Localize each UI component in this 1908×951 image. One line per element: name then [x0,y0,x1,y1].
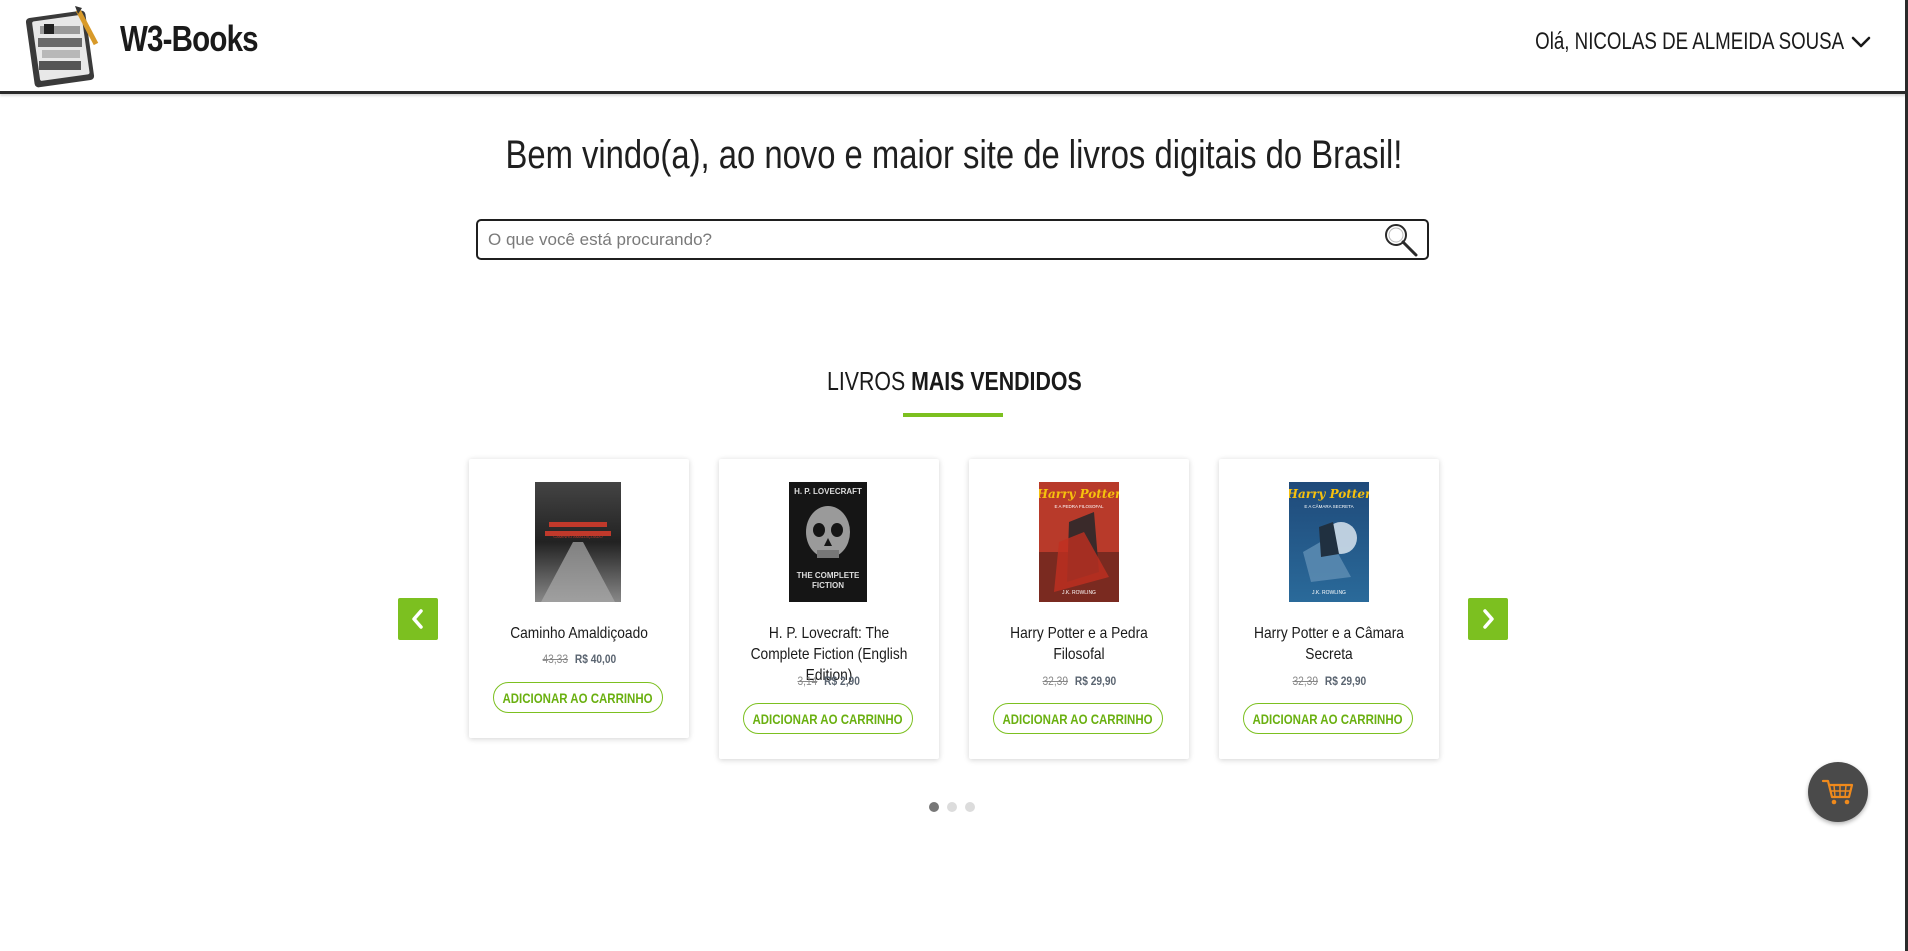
chevron-right-icon [1483,609,1494,629]
chevron-down-icon[interactable] [1850,31,1872,53]
cover-author-text: J.K. ROWLING [1312,590,1346,596]
cover-brand-text: Harry Potter [1039,487,1119,501]
cover-subtitle-line1: THE COMPLETE [797,571,860,580]
current-price: R$ 40,00 [574,652,616,666]
book-cover-image[interactable]: Harry Potter E A PEDRA FILOSOFAL J.K. RO… [1039,482,1119,602]
price-row: 32,39 R$ 29,90 [969,674,1189,688]
book-title: Harry Potter e a Pedra Filosofal [1010,625,1148,663]
cover-subtitle-text: E A PEDRA FILOSOFAL [1054,504,1104,509]
cover-subtitle-line2: FICTION [812,581,844,590]
search-input[interactable] [488,225,1338,255]
book-title: Caminho Amaldiçoado [510,625,648,642]
book-card[interactable]: CAMINHO AMALDIÇOADO Caminho Amaldiçoado … [469,459,689,738]
old-price: 32,39 [1042,674,1068,688]
shopping-cart-icon [1821,779,1854,805]
book-card[interactable]: Harry Potter E A CÂMARA SECRETA J.K. ROW… [1219,459,1439,759]
book-title: Harry Potter e a Câmara Secreta [1254,625,1404,663]
user-menu[interactable]: Olá, NICOLAS DE ALMEIDA SOUSA [1448,28,1872,56]
user-greeting[interactable]: Olá, NICOLAS DE ALMEIDA SOUSA [1535,28,1844,56]
carousel-dot-2[interactable] [947,802,957,812]
price-row: 3,14 R$ 2,90 [719,674,939,688]
old-price: 3,14 [797,674,818,688]
top-header: W3-Books Olá, NICOLAS DE ALMEIDA SOUSA [0,0,1908,94]
brand-name[interactable]: W3-Books [120,18,259,60]
books-pencil-logo-icon[interactable] [26,4,106,88]
book-cover-image[interactable]: CAMINHO AMALDIÇOADO [535,482,621,602]
cart-button[interactable] [1808,762,1868,822]
add-to-cart-button[interactable]: ADICIONAR AO CARRINHO [493,682,663,713]
current-price: R$ 2,90 [824,674,861,688]
old-price: 32,39 [1292,674,1318,688]
chevron-left-icon [412,609,423,629]
search-bar [476,219,1429,260]
section-title-light: LIVROS [826,366,905,396]
book-card[interactable]: Harry Potter E A PEDRA FILOSOFAL J.K. RO… [969,459,1189,759]
add-to-cart-button[interactable]: ADICIONAR AO CARRINHO [743,703,913,734]
search-icon[interactable] [1381,222,1421,258]
price-row: 32,39 R$ 29,90 [1219,674,1439,688]
book-cover-image[interactable]: H. P. LOVECRAFT THE COMPLETE FICTION [789,482,867,602]
welcome-text: Bem vindo(a), ao novo e maior site de li… [505,133,1403,177]
carousel-dot-1[interactable] [929,802,939,812]
section-title-underline [903,413,1003,417]
add-to-cart-button[interactable]: ADICIONAR AO CARRINHO [993,703,1163,734]
add-to-cart-button[interactable]: ADICIONAR AO CARRINHO [1243,703,1413,734]
price-row: 43,33 R$ 40,00 [469,652,689,666]
current-price: R$ 29,90 [1074,674,1116,688]
book-cover-image[interactable]: Harry Potter E A CÂMARA SECRETA J.K. ROW… [1289,482,1369,602]
carousel-next-button[interactable] [1468,598,1508,640]
carousel-pagination [929,802,975,812]
cover-title-text: CAMINHO AMALDIÇOADO [553,534,602,539]
carousel-prev-button[interactable] [398,598,438,640]
cover-brand-text: Harry Potter [1289,487,1369,501]
current-price: R$ 29,90 [1324,674,1366,688]
old-price: 43,33 [542,652,568,666]
section-title: LIVROS MAIS VENDIDOS [0,366,1908,397]
cover-subtitle-text: E A CÂMARA SECRETA [1304,503,1353,509]
section-title-bold: MAIS VENDIDOS [910,366,1082,396]
welcome-heading: Bem vindo(a), ao novo e maior site de li… [0,133,1908,178]
book-card[interactable]: H. P. LOVECRAFT THE COMPLETE FICTION H. … [719,459,939,759]
carousel-dot-3[interactable] [965,802,975,812]
cover-author-text: H. P. LOVECRAFT [794,487,862,496]
cover-author-text: J.K. ROWLING [1062,590,1096,596]
